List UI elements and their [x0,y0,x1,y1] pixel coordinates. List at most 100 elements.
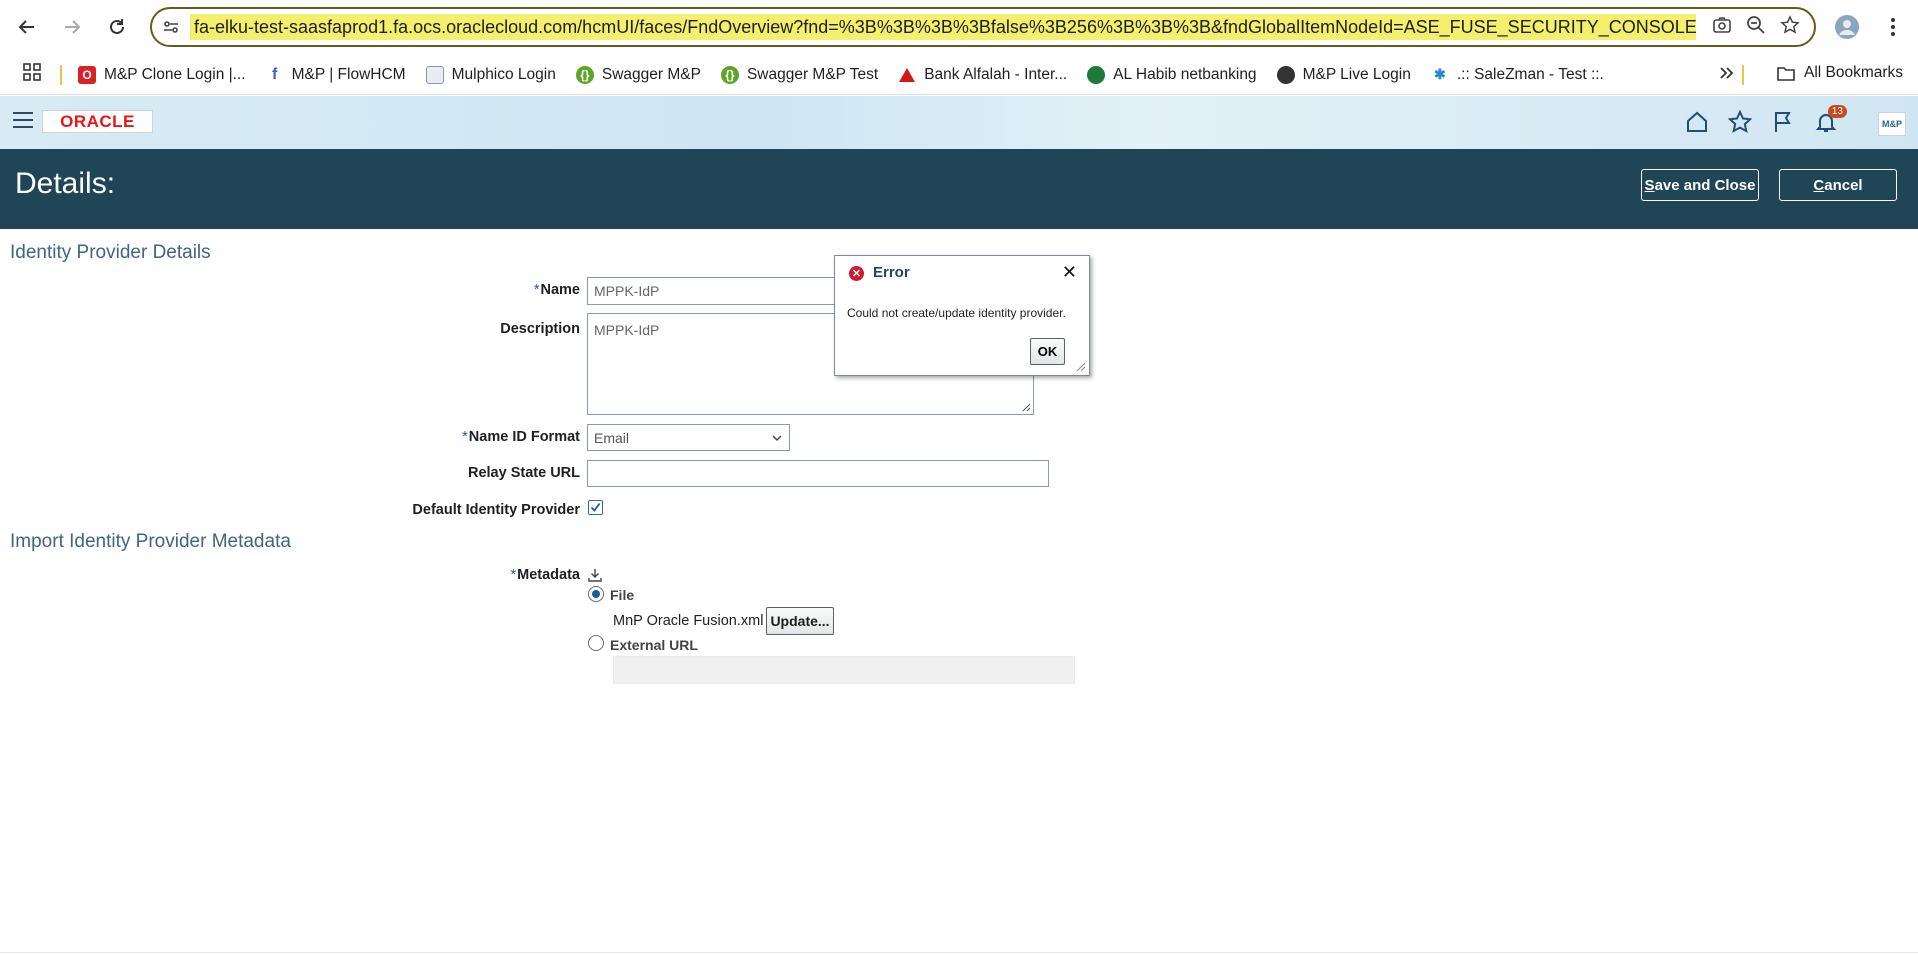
save-close-accesskey: S [1644,176,1655,194]
file-radio[interactable] [588,586,604,602]
profile-avatar[interactable] [1832,12,1862,42]
apps-grid-icon[interactable] [22,62,42,87]
name-label: *Name [534,282,580,298]
bookmark-item[interactable]: AL Habib netbanking [1087,65,1257,84]
dialog-message: Could not create/update identity provide… [847,306,1066,320]
browser-toolbar: fa-elku-test-saasfaprod1.fa.ocs.oraclecl… [0,0,1918,55]
name-id-format-select[interactable]: Email [587,424,790,451]
bookmark-label: M&P Clone Login |... [104,65,246,83]
logo-text: ORACLE [60,111,135,131]
oracle-logo[interactable]: ORACLE [42,110,153,133]
relay-state-url-label: Relay State URL [467,465,580,481]
bookmark-item[interactable]: Mulphico Login [425,65,556,84]
alfalah-icon [898,66,916,84]
download-icon[interactable] [588,568,602,587]
cancel-accesskey: C [1813,176,1825,194]
notification-count-badge: 13 [1827,105,1847,118]
file-radio-label[interactable]: File [610,587,634,603]
bookmark-item[interactable]: O M&P Clone Login |... [78,65,246,84]
description-text: MPPK-IdP [594,322,660,338]
address-bar[interactable]: fa-elku-test-saasfaprod1.fa.ocs.oraclecl… [150,7,1816,47]
profile-icon [1835,15,1859,39]
swagger-icon: {} [575,65,594,84]
back-button[interactable] [12,12,42,42]
bookmark-label: M&P Live Login [1302,65,1411,83]
chevron-down-icon [772,435,782,441]
oracle-o-icon: O [78,65,96,84]
bookmark-item[interactable]: f M&P | FlowHCM [266,66,406,84]
error-dialog: ✕ Error ✕ Could not create/update identi… [834,255,1090,376]
app-header: ORACLE 13 [0,96,1918,149]
swagger-icon: {} [720,65,739,84]
dialog-title: Error [873,264,910,281]
idp-details-heading: Identity Provider Details [10,242,211,263]
metadata-label-text: Metadata [517,567,580,583]
navigator-menu-icon[interactable] [13,112,33,130]
lens-icon[interactable] [1712,15,1732,40]
bookmarks-bar: O M&P Clone Login |... f M&P | FlowHCM M… [0,55,1918,95]
arrow-left-icon [18,20,34,34]
favorites-star-icon[interactable] [1727,109,1753,135]
folder-icon [1777,67,1795,81]
default-idp-label: Default Identity Provider [412,502,580,518]
required-marker: * [510,567,517,583]
radio-selected-dot [592,590,600,598]
name-id-format-label: *Name ID Format [462,429,580,445]
resize-grip-icon[interactable] [1022,403,1031,412]
cancel-button[interactable]: Cancel [1779,169,1897,201]
update-file-button[interactable]: Update... [766,607,834,635]
all-bookmarks-folder[interactable]: All Bookmarks [1776,64,1903,82]
bookmark-label: AL Habib netbanking [1113,65,1257,83]
required-marker: * [462,429,468,445]
metadata-label: *Metadata [510,567,580,583]
habib-icon [1087,65,1106,84]
page-icon [425,65,444,84]
description-label: Description [500,321,580,337]
reload-button[interactable] [102,12,132,42]
external-url-radio-label[interactable]: External URL [610,637,698,653]
watchlist-flag-icon[interactable] [1770,109,1796,135]
metadata-file-name: MnP Oracle Fusion.xml [613,613,764,629]
dialog-resize-grip-icon[interactable] [1076,362,1086,372]
name-field[interactable]: MPPK-IdP [587,277,837,305]
home-icon[interactable] [1684,109,1710,135]
bookmark-label: Swagger M&P Test [746,65,879,83]
save-and-close-button[interactable]: Save and Close [1641,169,1759,201]
browser-menu-button[interactable] [1878,12,1908,42]
user-avatar[interactable]: M&P [1878,112,1906,136]
notifications-bell-icon[interactable]: 13 [1813,105,1847,135]
forward-button[interactable] [57,12,87,42]
bookmark-label: Bank Alfalah - Inter... [924,65,1068,83]
bookmark-item[interactable]: Bank Alfalah - Inter... [898,66,1067,84]
flow-f-icon: f [271,65,278,83]
close-icon[interactable]: ✕ [1062,262,1077,283]
page-title: Details: [15,167,116,200]
zoom-icon[interactable] [1746,15,1766,40]
ok-button[interactable]: OK [1030,338,1065,365]
more-bookmarks-icon[interactable] [1718,65,1734,86]
bookmark-label: Swagger M&P [601,65,701,83]
default-idp-checkbox[interactable] [588,500,603,515]
bookmark-label: .:: SaleZman - Test ::. [1456,65,1604,83]
bookmark-item[interactable]: M&P Live Login [1276,65,1411,84]
bookmark-label: M&P | FlowHCM [291,65,406,83]
cancel-label: ancel [1824,176,1863,194]
bookmark-label: Mulphico Login [451,65,556,83]
kebab-menu-icon [1891,18,1895,36]
url-text[interactable]: fa-elku-test-saasfaprod1.fa.ocs.oraclecl… [190,14,1696,40]
star-icon[interactable] [1780,14,1800,40]
import-metadata-heading: Import Identity Provider Metadata [10,531,291,552]
error-icon: ✕ [849,266,864,281]
external-url-radio[interactable] [588,635,604,651]
salezman-icon: ✱ [1433,66,1446,82]
bookmark-item[interactable]: {} Swagger M&P [575,65,701,84]
site-info-icon[interactable] [152,9,190,45]
relay-state-url-field[interactable] [587,460,1049,487]
name-label-text: Name [540,282,581,298]
name-id-format-value: Email [594,429,630,446]
external-url-field [613,656,1075,684]
required-marker: * [533,282,540,298]
bookmark-item[interactable]: ✱ .:: SaleZman - Test ::. [1431,66,1604,84]
bookmark-item[interactable]: {} Swagger M&P Test [720,65,879,84]
checkmark-icon [590,502,601,512]
